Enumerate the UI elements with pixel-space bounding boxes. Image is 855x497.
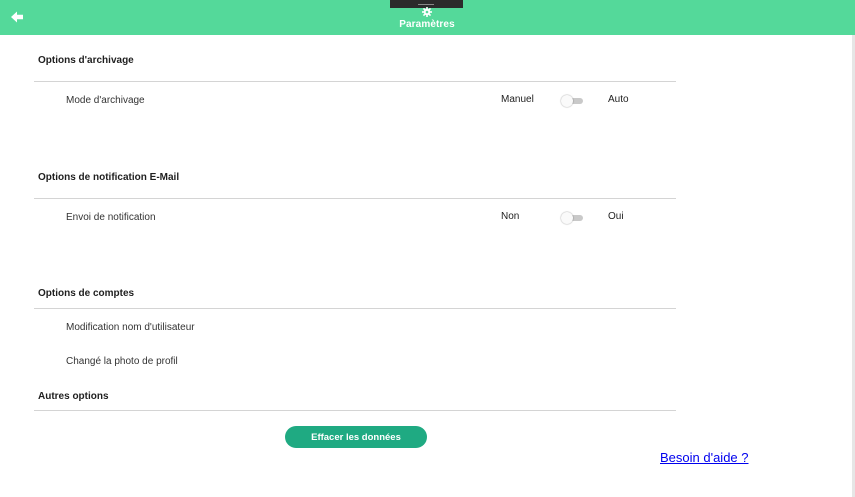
settings-window: Paramètres Options d'archivage Mode d'ar…	[0, 0, 855, 497]
divider	[34, 410, 676, 411]
divider	[34, 308, 676, 309]
section-title-other: Autres options	[38, 391, 109, 402]
header-bar: Paramètres	[0, 0, 855, 35]
section-title-notification: Options de notification E-Mail	[38, 172, 180, 183]
notification-option-yes: Oui	[608, 211, 624, 222]
gear-icon	[422, 7, 432, 17]
header-center: Paramètres	[380, 7, 474, 30]
divider	[34, 81, 676, 82]
clear-data-button[interactable]: Effacer les données	[285, 426, 427, 448]
section-title-archive: Options d'archivage	[38, 55, 134, 66]
notification-toggle[interactable]	[561, 212, 583, 224]
help-link[interactable]: Besoin d'aide ?	[660, 450, 749, 465]
archive-mode-label: Mode d'archivage	[66, 95, 145, 106]
section-title-accounts: Options de comptes	[38, 288, 135, 299]
notification-send-label: Envoi de notification	[66, 212, 156, 223]
divider	[34, 198, 676, 199]
archive-option-auto: Auto	[608, 94, 629, 105]
archive-mode-toggle[interactable]	[561, 95, 583, 107]
notification-option-no: Non	[501, 211, 520, 222]
toggle-knob	[561, 95, 573, 107]
back-button[interactable]	[10, 10, 26, 24]
page-title: Paramètres	[399, 19, 455, 30]
account-item-change-photo[interactable]: Changé la photo de profil	[66, 356, 178, 367]
account-item-change-username[interactable]: Modification nom d'utilisateur	[66, 322, 195, 333]
toggle-knob	[561, 212, 573, 224]
arrow-left-icon	[11, 11, 23, 23]
archive-option-manual: Manuel	[501, 94, 534, 105]
